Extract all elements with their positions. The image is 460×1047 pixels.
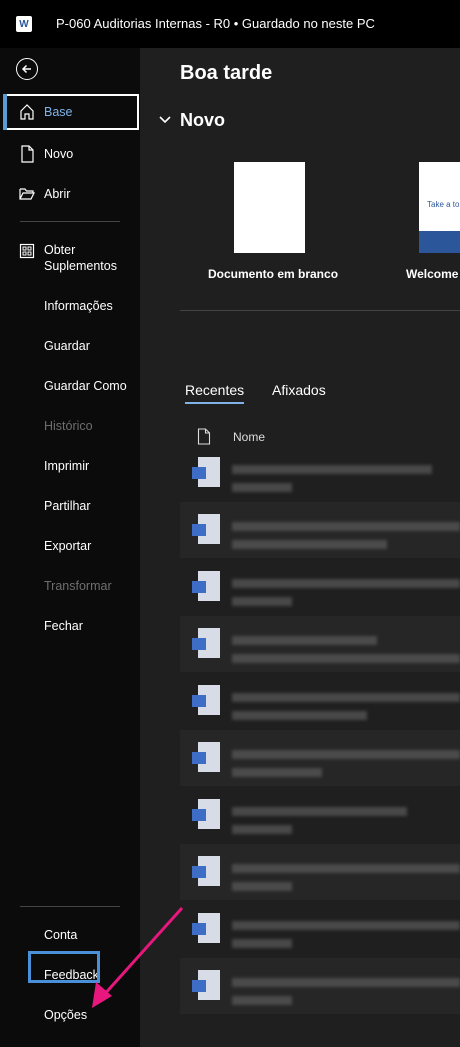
sidebar-item-imprimir[interactable]: Imprimir <box>0 448 140 484</box>
sidebar-item-base[interactable]: Base <box>3 94 139 130</box>
welcome-band <box>419 231 460 253</box>
sidebar-item-conta[interactable]: Conta <box>0 917 140 953</box>
word-document-icon <box>192 628 220 660</box>
sidebar-item-label: Obter Suplementos <box>44 243 117 273</box>
document-title: P-060 Auditorias Internas - R0 • Guardad… <box>56 16 375 31</box>
blurred-file-path <box>232 654 460 663</box>
blurred-file-name <box>232 978 460 987</box>
sidebar-item-label: Informações <box>44 299 113 313</box>
add-ins-grid-icon <box>19 243 35 259</box>
backstage-sidebar: Base Novo Abrir Obter Suplementos Inform… <box>0 48 140 1047</box>
section-divider <box>180 310 460 311</box>
blurred-file-path <box>232 483 292 492</box>
recent-file-row[interactable] <box>180 844 460 900</box>
chevron-down-icon[interactable] <box>158 114 172 126</box>
recent-file-row[interactable] <box>180 559 460 615</box>
blurred-file-path <box>232 711 367 720</box>
blurred-file-name <box>232 465 432 474</box>
word-document-icon <box>192 970 220 1002</box>
blurred-file-name <box>232 921 460 930</box>
sidebar-divider <box>20 221 120 222</box>
column-header-nome[interactable]: Nome <box>233 430 265 444</box>
file-type-icon <box>197 428 211 445</box>
word-document-icon <box>192 913 220 945</box>
template-label[interactable]: Welcome <box>406 267 458 281</box>
recent-file-row[interactable] <box>180 445 460 501</box>
sidebar-item-novo[interactable]: Novo <box>0 136 140 172</box>
sidebar-item-label: Imprimir <box>44 459 90 473</box>
blurred-file-name <box>232 750 460 759</box>
tab-recentes[interactable]: Recentes <box>185 382 245 404</box>
opcoes-highlight-box <box>28 951 100 983</box>
recent-file-row[interactable] <box>180 502 460 558</box>
sidebar-item-label: Novo <box>44 147 74 161</box>
home-pane: Boa tarde Novo Documento em branco Take … <box>140 48 460 1047</box>
word-document-icon <box>192 571 220 603</box>
blurred-file-path <box>232 825 292 834</box>
blurred-file-path <box>232 597 292 606</box>
word-document-icon <box>192 457 220 489</box>
recent-file-row[interactable] <box>180 958 460 1014</box>
welcome-preview-text: Take a to <box>427 200 460 209</box>
sidebar-item-obter-suplementos[interactable]: Obter Suplementos <box>0 238 140 278</box>
word-document-icon <box>192 742 220 774</box>
tab-afixados[interactable]: Afixados <box>272 382 326 398</box>
blank-document-thumbnail[interactable] <box>234 162 305 253</box>
blurred-file-name <box>232 636 377 645</box>
sidebar-item-label: Guardar <box>44 339 90 353</box>
blurred-file-name <box>232 579 460 588</box>
word-document-icon <box>192 799 220 831</box>
word-document-icon <box>192 685 220 717</box>
blurred-file-name <box>232 807 407 816</box>
back-arrow-icon[interactable] <box>16 58 38 80</box>
home-icon <box>20 104 34 120</box>
sidebar-item-fechar[interactable]: Fechar <box>0 608 140 644</box>
sidebar-item-partilhar[interactable]: Partilhar <box>0 488 140 524</box>
sidebar-item-abrir[interactable]: Abrir <box>0 176 140 212</box>
recent-file-row[interactable] <box>180 901 460 957</box>
sidebar-item-label: Histórico <box>44 419 93 433</box>
blurred-file-path <box>232 540 387 549</box>
title-bar: W P-060 Auditorias Internas - R0 • Guard… <box>0 0 460 48</box>
sidebar-item-label: Transformar <box>44 579 112 593</box>
sidebar-item-label: Conta <box>44 928 78 942</box>
word-document-icon <box>192 856 220 888</box>
sidebar-item-label: Exportar <box>44 539 92 553</box>
blurred-file-path <box>232 768 322 777</box>
blurred-file-path <box>232 996 292 1005</box>
blurred-file-name <box>232 864 460 873</box>
recent-file-row[interactable] <box>180 616 460 672</box>
blurred-file-name <box>232 693 460 702</box>
sidebar-item-label: Opções <box>44 1008 88 1022</box>
sidebar-item-exportar[interactable]: Exportar <box>0 528 140 564</box>
sidebar-item-label: Base <box>44 105 73 119</box>
sidebar-item-label: Guardar Como <box>44 379 127 393</box>
sidebar-item-guardar-como[interactable]: Guardar Como <box>0 368 140 404</box>
recent-file-row[interactable] <box>180 673 460 729</box>
greeting-heading: Boa tarde <box>180 62 273 84</box>
sidebar-item-label: Fechar <box>44 619 83 633</box>
recent-file-row[interactable] <box>180 730 460 786</box>
new-document-icon <box>21 145 34 163</box>
sidebar-item-informacoes[interactable]: Informações <box>0 288 140 324</box>
blurred-file-path <box>232 939 292 948</box>
sidebar-item-opcoes[interactable]: Opções <box>0 997 140 1033</box>
sidebar-item-guardar[interactable]: Guardar <box>0 328 140 364</box>
word-document-icon <box>192 514 220 546</box>
welcome-template-thumbnail[interactable]: Take a to <box>419 162 460 253</box>
blurred-file-path <box>232 882 292 891</box>
blurred-file-name <box>232 522 460 531</box>
novo-section-heading[interactable]: Novo <box>180 110 225 131</box>
sidebar-item-label: Partilhar <box>44 499 91 513</box>
sidebar-item-label: Abrir <box>44 187 71 201</box>
recent-file-row[interactable] <box>180 787 460 843</box>
open-folder-icon <box>19 188 35 200</box>
sidebar-item-transformar: Transformar <box>0 568 140 604</box>
word-app-icon[interactable]: W <box>16 16 32 32</box>
sidebar-divider <box>20 906 120 907</box>
template-label[interactable]: Documento em branco <box>208 267 338 281</box>
word-app-letter: W <box>19 18 29 30</box>
sidebar-item-historico: Histórico <box>0 408 140 444</box>
